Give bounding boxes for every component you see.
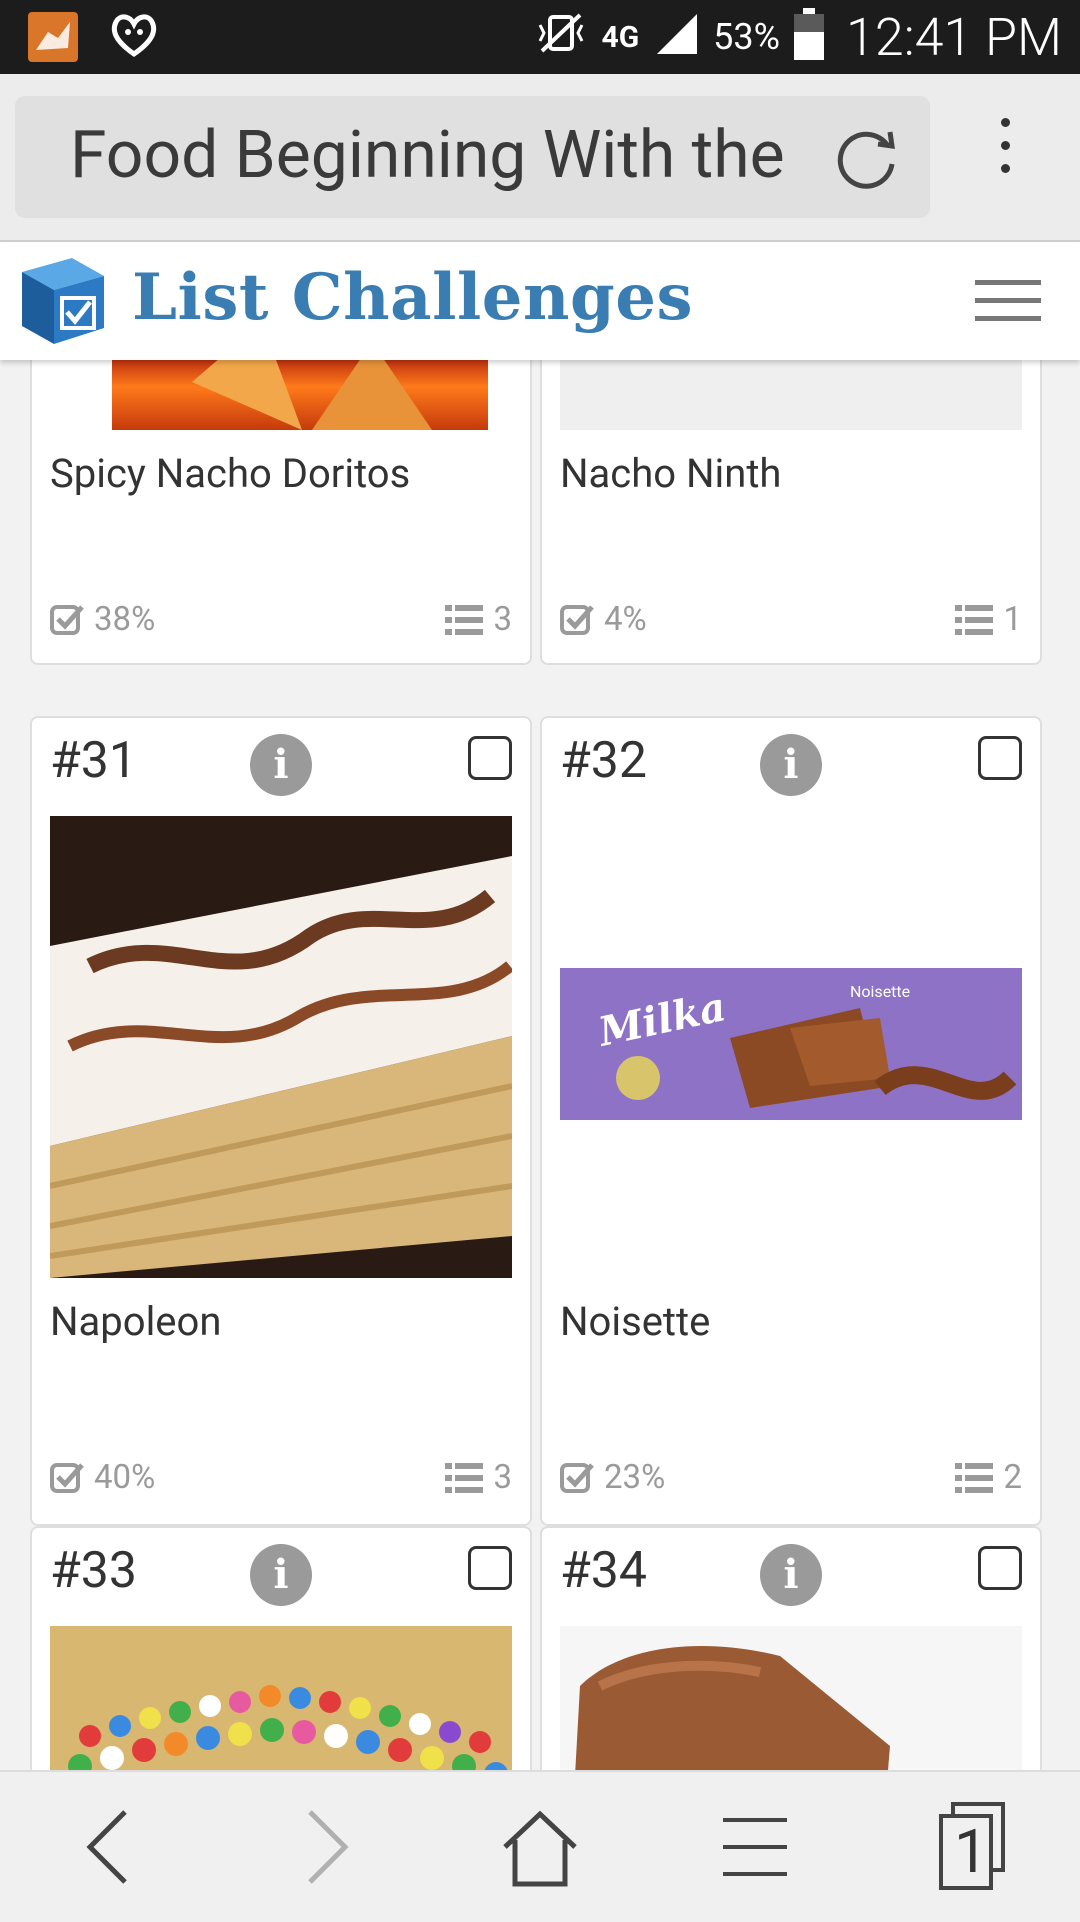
info-icon[interactable]: i [760, 734, 822, 796]
info-icon[interactable]: i [760, 1544, 822, 1606]
item-image [50, 816, 512, 1278]
tab-count: 1 [954, 1816, 988, 1887]
reload-icon[interactable] [832, 124, 900, 192]
list-count: 3 [445, 1458, 512, 1497]
url-text[interactable]: Food Beginning With the [70, 120, 840, 193]
lists-value: 3 [493, 600, 512, 639]
status-bar: 4G 53% 12:41 PM [0, 0, 1080, 74]
clock: 12:41 PM [846, 6, 1062, 68]
lists-value: 1 [1003, 600, 1022, 639]
list-icon [445, 1462, 484, 1493]
battery-percent: 53% [713, 16, 781, 58]
list-count: 3 [445, 600, 512, 639]
vibrate-mute-icon [534, 11, 588, 64]
signal-icon [653, 10, 699, 65]
list-icon [955, 604, 994, 635]
list-count: 2 [955, 1458, 1022, 1497]
checked-percent-icon [50, 604, 84, 635]
list-icon [955, 1462, 994, 1493]
item-number: #31 [50, 732, 137, 790]
item-checkbox[interactable] [978, 1546, 1022, 1590]
checked-percent-icon [50, 1462, 84, 1493]
battery-icon [794, 8, 825, 60]
percent-value: 23% [604, 1458, 666, 1497]
back-icon[interactable] [60, 1802, 160, 1892]
item-image [50, 1626, 512, 1770]
site-brand[interactable]: List Challenges [132, 260, 693, 335]
list-item[interactable]: Nacho Ninth 4% 1 [540, 360, 1042, 665]
tabs-button[interactable]: 1 [925, 1802, 1025, 1892]
item-checkbox[interactable] [468, 1546, 512, 1590]
percent-value: 4% [604, 600, 647, 639]
list-item[interactable]: Spicy Nacho Doritos 38% 3 [30, 360, 532, 665]
item-image [112, 360, 488, 430]
check-percent: 4% [560, 600, 647, 639]
list-item[interactable]: #31 i Napoleon 40% 3 [30, 716, 532, 1526]
network-type: 4G [601, 19, 640, 55]
list-item[interactable]: #32 i Milka Noisette Noisette 23% 2 [540, 716, 1042, 1526]
item-name: Noisette [560, 1298, 711, 1345]
forward-icon[interactable] [275, 1802, 375, 1892]
hamburger-menu-icon[interactable] [975, 280, 1041, 324]
item-number: #33 [50, 1542, 137, 1600]
info-icon[interactable]: i [250, 734, 312, 796]
overflow-menu-icon[interactable] [990, 104, 1020, 214]
check-percent: 40% [50, 1458, 155, 1497]
percent-value: 38% [94, 600, 156, 639]
item-image: Milka Noisette [560, 968, 1022, 1120]
item-checkbox[interactable] [978, 736, 1022, 780]
list-item[interactable]: #33 i [30, 1526, 532, 1770]
list-count: 1 [955, 600, 1022, 639]
list-icon [445, 604, 484, 635]
item-image [560, 360, 1022, 430]
site-header: List Challenges [0, 242, 1080, 360]
bookmarks-menu-icon[interactable] [705, 1802, 805, 1892]
checked-percent-icon [560, 1462, 594, 1493]
item-number: #34 [560, 1542, 647, 1600]
info-icon[interactable]: i [250, 1544, 312, 1606]
item-name: Napoleon [50, 1298, 222, 1345]
app-notification-icon [28, 12, 78, 62]
item-name: Nacho Ninth [560, 450, 782, 497]
check-percent: 23% [560, 1458, 665, 1497]
item-checkbox[interactable] [468, 736, 512, 780]
url-bar[interactable]: Food Beginning With the [15, 96, 930, 218]
check-percent: 38% [50, 600, 155, 639]
item-name: Spicy Nacho Doritos [50, 450, 411, 497]
logo-icon[interactable] [12, 250, 112, 350]
home-icon[interactable] [490, 1802, 590, 1892]
lists-value: 2 [1003, 1458, 1022, 1497]
item-number: #32 [560, 732, 647, 790]
list-item[interactable]: #34 i [540, 1526, 1042, 1770]
iheart-icon [108, 12, 160, 62]
lists-value: 3 [493, 1458, 512, 1497]
checked-percent-icon [560, 604, 594, 635]
browser-bottom-nav: 1 [0, 1770, 1080, 1922]
browser-toolbar: Food Beginning With the [0, 74, 1080, 242]
item-image [560, 1626, 1022, 1770]
percent-value: 40% [94, 1458, 156, 1497]
challenge-grid: Spicy Nacho Doritos 38% 3 Nacho Ninth 4%… [0, 360, 1080, 1770]
